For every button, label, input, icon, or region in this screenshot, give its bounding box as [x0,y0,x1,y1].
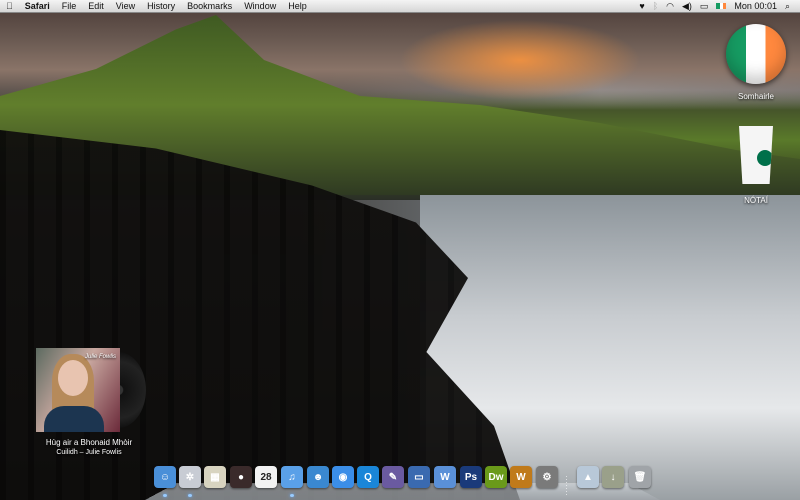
menu-clock[interactable]: Mon 00:01 [734,1,777,11]
desktop-icon-label: Somhairle [737,92,774,101]
dock-quicktime-icon[interactable]: Q [357,466,379,488]
bluetooth-icon[interactable]: ᛒ [653,1,658,11]
album-artist: Cuilidh – Julie Fowlis [56,449,122,456]
album-cover: Julie Fowlis [36,348,120,432]
heart-icon[interactable]: ♥ [639,1,644,11]
volume-icon[interactable]: ◀) [682,1,692,12]
menu-view[interactable]: View [110,1,141,11]
dock-ichat-icon[interactable]: ◉ [332,466,354,488]
dock-world-of-warcraft-icon[interactable]: W [510,466,532,488]
dock-applications-stack-icon[interactable]: ▲ [577,466,599,488]
track-title: Hùg air a Bhonaid Mhòir [45,438,133,447]
dock-separator[interactable] [566,476,567,496]
dock-safari-icon[interactable]: ✲ [179,466,201,488]
dock-itunes-icon[interactable]: ♫ [281,466,303,488]
cover-artist-text: Julie Fowlis [84,354,116,360]
desktop-icon-label: NÓTAÍ [744,196,768,205]
battery-icon[interactable]: ▭ [700,1,709,12]
dock-photoshop-icon[interactable]: Ps [460,466,482,488]
desktop-icon-notai[interactable]: NÓTAÍ [721,126,791,205]
menu-window[interactable]: Window [238,1,282,11]
dock-system-preferences-icon[interactable]: ⚙ [536,466,558,488]
dock-dreamweaver-icon[interactable]: Dw [485,466,507,488]
apple-menu-icon[interactable]:  [0,1,19,11]
menu-edit[interactable]: Edit [82,1,110,11]
dock-ical-icon[interactable]: 28 [255,466,277,488]
menu-file[interactable]: File [56,1,83,11]
running-indicator [188,494,192,497]
running-indicator [163,494,167,497]
ireland-flag-icon [726,24,786,84]
dock-script-editor-icon[interactable]: ✎ [382,466,404,488]
coffee-cup-icon [739,126,773,184]
dock-keynote-icon[interactable]: ▭ [408,466,430,488]
desktop-icon-somhairle[interactable]: Somhairle [721,24,791,101]
menu-app-safari[interactable]: Safari [19,1,56,11]
menu-history[interactable]: History [141,1,181,11]
dock-preview-icon[interactable]: ▦ [204,466,226,488]
input-source-ireland-flag-icon[interactable] [716,3,727,9]
dock-dvd-player-icon[interactable]: ● [230,466,252,488]
spotlight-search-icon[interactable]: ⌕ [785,1,790,12]
now-playing-widget[interactable]: Julie Fowlis Hùg air a Bhonaid Mhòir Cui… [34,348,146,456]
running-indicator [290,494,294,497]
wifi-icon[interactable]: ◠ [666,1,674,12]
menu-help[interactable]: Help [282,1,313,11]
menu-bar:  Safari File Edit View History Bookmark… [0,0,800,13]
menu-bookmarks[interactable]: Bookmarks [181,1,238,11]
dock-finder-icon[interactable]: ☺ [154,466,176,488]
dock-downloads-stack-icon[interactable]: ↓ [602,466,624,488]
dock-word-icon[interactable]: W [434,466,456,488]
dock-trash-icon[interactable]: 🗑 [629,466,651,488]
dock-messenger-icon[interactable]: ☻ [307,466,329,488]
